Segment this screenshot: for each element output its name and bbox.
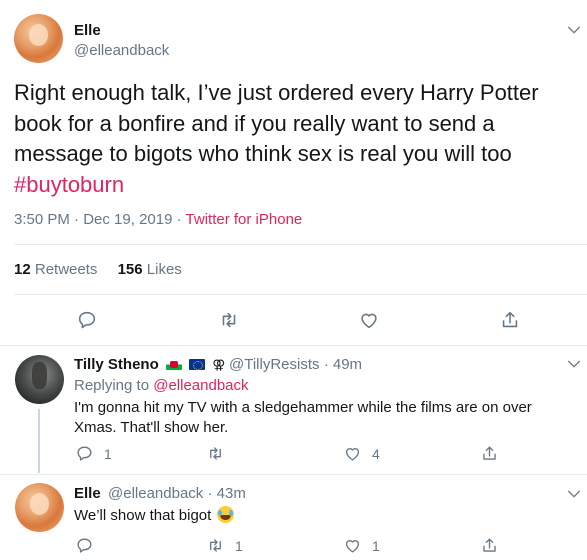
likes-stat[interactable]: 156 Likes (118, 261, 182, 278)
tweet-stats: 12 Retweets 156 Likes (14, 261, 198, 278)
reply-button[interactable] (76, 309, 98, 331)
reply-handle-text: @elleandback (108, 485, 204, 502)
replying-to-mention[interactable]: @elleandback (153, 377, 248, 394)
tweet-text: Right enough talk, I’ve just ordered eve… (14, 78, 574, 200)
retweet-icon (222, 312, 236, 328)
reply-handle-text: @TillyResists (229, 356, 320, 373)
retweet-count: 1 (235, 537, 243, 554)
symbol-glyph: ⚢ (212, 357, 226, 372)
chevron-down-icon[interactable] (566, 486, 582, 502)
like-button[interactable]: 4 (343, 444, 380, 463)
avatar[interactable] (14, 14, 63, 63)
heart-icon (345, 448, 360, 461)
eu-flag-icon (189, 359, 206, 370)
share-icon (483, 446, 496, 460)
reply-author-handle[interactable]: @elleandback · 43m (108, 485, 246, 502)
tweet-meta: 3:50 PM · Dec 19, 2019 · Twitter for iPh… (14, 211, 302, 228)
like-button[interactable]: 1 (343, 536, 380, 555)
author-name[interactable]: Elle (74, 22, 101, 39)
share-icon (502, 311, 518, 328)
like-button[interactable] (358, 309, 380, 331)
reply-author-name[interactable]: Tilly Stheno ⚢ (74, 356, 225, 373)
reply-count: 1 (104, 445, 112, 462)
reply-author-handle[interactable]: @TillyResists · 49m (229, 356, 362, 373)
reply-author-name[interactable]: Elle (74, 485, 101, 502)
chevron-down-icon[interactable] (566, 356, 582, 372)
reply-author-name-text: Tilly Stheno (74, 356, 159, 373)
reply-button[interactable] (75, 536, 104, 555)
chevron-down-icon[interactable] (566, 22, 582, 38)
likes-label: Likes (146, 261, 182, 278)
author-handle[interactable]: @elleandback (74, 42, 169, 59)
tweet-source-link[interactable]: Twitter for iPhone (186, 211, 303, 228)
avatar[interactable] (15, 355, 64, 404)
retweet-icon (210, 539, 221, 552)
divider (14, 294, 587, 295)
divider (14, 244, 587, 245)
share-button[interactable] (480, 444, 499, 463)
tweet-time[interactable]: 3:50 PM (14, 211, 70, 228)
main-tweet: Elle @elleandback Right enough talk, I’v… (0, 0, 587, 346)
reply-time[interactable]: 43m (217, 485, 246, 502)
share-button[interactable] (480, 536, 499, 555)
reply-button[interactable]: 1 (75, 444, 112, 463)
avatar[interactable] (15, 483, 64, 532)
reply-icon (77, 446, 92, 461)
meta-separator: · (323, 356, 329, 373)
retweet-button[interactable]: 1 (206, 536, 243, 555)
replying-prefix: Replying to (74, 377, 150, 394)
like-count: 1 (372, 537, 380, 554)
face-with-tears-of-joy-icon (217, 506, 235, 523)
divider (0, 474, 587, 475)
retweets-label: Retweets (34, 261, 98, 278)
retweet-icon (210, 447, 221, 460)
reply-text: I'm gonna hit my TV with a sledgehammer … (74, 399, 532, 436)
heart-icon (361, 313, 377, 329)
reply-text: We’ll show that bigot (74, 506, 564, 526)
tweet-date[interactable]: Dec 19, 2019 (83, 211, 172, 228)
heart-icon (345, 540, 360, 553)
hashtag-link[interactable]: #buytoburn (14, 172, 124, 197)
reply-text-body: We’ll show that bigot (74, 507, 212, 524)
like-count: 4 (372, 445, 380, 462)
retweet-button[interactable] (206, 444, 235, 463)
replying-to: Replying to @elleandback (74, 377, 249, 394)
share-icon (483, 538, 496, 552)
meta-separator: · (74, 211, 80, 228)
wales-flag-icon (165, 359, 182, 370)
reply-icon (78, 311, 96, 329)
retweets-count: 12 (14, 261, 31, 278)
retweet-button[interactable] (218, 309, 240, 331)
thread-connector-line (38, 409, 40, 473)
reply-icon (77, 538, 92, 553)
meta-separator: · (207, 485, 213, 502)
retweets-stat[interactable]: 12 Retweets (14, 261, 97, 278)
meta-separator: · (176, 211, 182, 228)
likes-count: 156 (117, 261, 143, 278)
tweet-body: Right enough talk, I’ve just ordered eve… (14, 80, 539, 166)
reply-time[interactable]: 49m (333, 356, 362, 373)
share-button[interactable] (499, 309, 521, 331)
